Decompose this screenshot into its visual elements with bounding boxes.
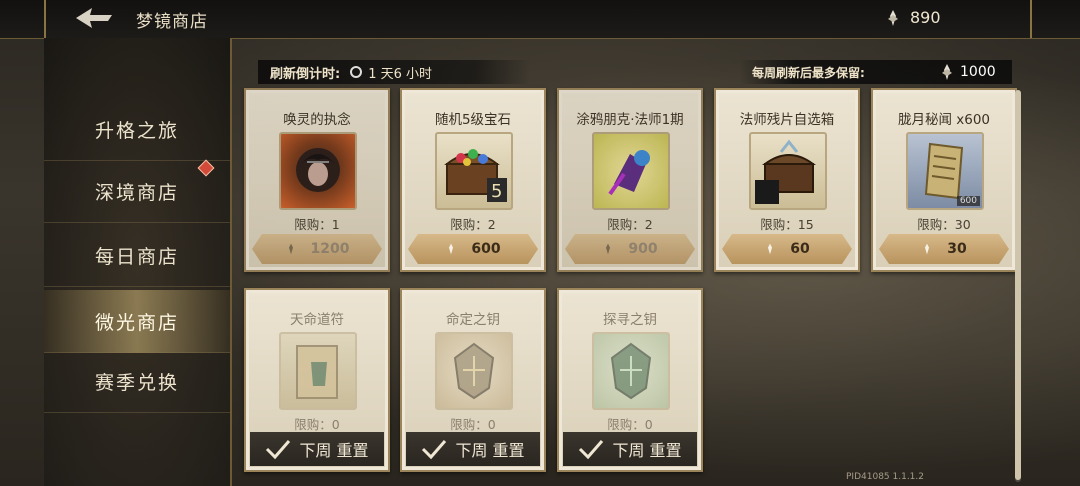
currency-display: 890 <box>884 8 941 27</box>
buy-button[interactable]: 600 <box>408 234 538 264</box>
item-price: 600 <box>471 241 501 257</box>
refresh-time: 1 天6 小时 <box>368 66 433 82</box>
item-price: 900 <box>628 241 658 257</box>
weekly-keep-info: 每周刷新后最多保留: 1000 <box>740 60 1012 84</box>
purchase-limit: 限购：1 <box>294 217 340 232</box>
shop-item-card[interactable]: 法师残片自选箱 限购：15 60 <box>714 88 860 272</box>
sidebar-item-label: 微光商店 <box>94 311 179 334</box>
light-shard-icon <box>942 64 952 80</box>
mage-fragment-chest-icon <box>755 139 817 204</box>
purchase-limit: 限购：0 <box>450 417 496 432</box>
item-image <box>435 332 513 410</box>
checkmark-icon <box>422 440 447 460</box>
checkmark-icon <box>579 440 604 460</box>
refresh-countdown: 刷新倒计时: 1 天6 小时 <box>258 60 530 84</box>
reset-text: 下周 重置 <box>455 441 525 460</box>
item-image: 600 <box>906 132 984 210</box>
item-name: 涂鸦朋克·法师1期 <box>576 112 684 128</box>
back-button[interactable] <box>72 6 116 30</box>
shop-item-card[interactable]: 唤灵的执念 限购：1 1200 <box>244 88 390 272</box>
clock-icon <box>350 66 363 78</box>
quantity-badge: 600 <box>956 196 980 206</box>
item-price: 1200 <box>310 241 350 257</box>
currency-amount: 890 <box>910 8 941 27</box>
sidebar: 升格之旅 深境商店 每日商店 微光商店 赛季兑换 <box>44 38 232 486</box>
item-image <box>279 332 357 410</box>
light-shard-icon <box>888 9 898 26</box>
purchase-limit: 限购：2 <box>450 217 496 232</box>
shop-item-card[interactable]: 探寻之钥 限购：0 下周 重置 <box>557 288 703 472</box>
item-price: 30 <box>947 241 967 257</box>
light-shard-icon <box>288 243 293 255</box>
version-label: PID41085 1.1.1.2 <box>846 472 924 482</box>
keep-amount: 1000 <box>960 64 996 80</box>
reset-text: 下周 重置 <box>612 441 682 460</box>
item-name: 法师残片自选箱 <box>739 112 835 128</box>
light-shard-icon <box>449 243 454 255</box>
purchase-limit: 限购：0 <box>607 417 653 432</box>
back-arrow-icon <box>76 8 112 28</box>
item-image <box>749 132 827 210</box>
item-name: 胧月秘闻 x600 <box>897 112 991 128</box>
shop-item-card[interactable]: 随机5级宝石 5 限购：2 600 <box>400 88 546 272</box>
scrollbar[interactable] <box>1015 90 1021 482</box>
sidebar-item-glimmer-shop[interactable]: 微光商店 <box>44 290 230 353</box>
sidebar-item-label: 每日商店 <box>94 245 179 268</box>
item-name: 探寻之钥 <box>603 312 657 328</box>
buy-button[interactable]: 30 <box>879 234 1009 264</box>
reset-text: 下周 重置 <box>299 441 369 460</box>
frame-right <box>1030 0 1032 38</box>
page-title: 梦镜商店 <box>136 12 208 32</box>
light-shard-icon <box>925 243 930 255</box>
keep-label: 每周刷新后最多保留: <box>752 65 865 80</box>
sidebar-item-label: 深境商店 <box>94 181 179 204</box>
item-image <box>279 132 357 210</box>
seeking-key-icon <box>610 342 652 400</box>
light-shard-icon <box>606 243 611 255</box>
sidebar-item-label: 升格之旅 <box>94 119 179 142</box>
item-name: 命定之钥 <box>446 312 500 328</box>
checkmark-icon <box>266 440 291 460</box>
buy-button[interactable]: 60 <box>722 234 852 264</box>
fate-talisman-icon <box>296 345 338 399</box>
item-name: 随机5级宝石 <box>434 112 512 128</box>
spirit-obsession-icon <box>296 148 340 192</box>
item-image: 5 <box>435 132 513 210</box>
gem-chest-icon: 5 <box>444 149 507 202</box>
sidebar-item-ascension[interactable]: 升格之旅 <box>44 98 230 161</box>
destiny-key-icon <box>453 342 495 400</box>
buy-button[interactable]: 900 <box>565 234 695 264</box>
item-name: 唤灵的执念 <box>283 112 351 128</box>
top-bar: 梦镜商店 890 <box>0 0 1080 39</box>
shop-item-card[interactable]: 命定之钥 限购：0 下周 重置 <box>400 288 546 472</box>
shop-item-card[interactable]: 涂鸦朋克·法师1期 限购：2 900 <box>557 88 703 272</box>
purchase-limit: 限购：30 <box>917 217 971 232</box>
shop-item-card[interactable]: 天命道符 限购：0 下周 重置 <box>244 288 390 472</box>
svg-text:5: 5 <box>491 181 502 202</box>
reset-next-week-label: 下周 重置 <box>563 432 697 466</box>
shop-item-card[interactable]: 胧月秘闻 x600 600 限购：30 30 <box>871 88 1017 272</box>
frame-left <box>44 0 46 38</box>
reset-next-week-label: 下周 重置 <box>250 432 384 466</box>
purchase-limit: 限购：2 <box>607 217 653 232</box>
refresh-label: 刷新倒计时: <box>270 66 341 82</box>
sidebar-item-season-exchange[interactable]: 赛季兑换 <box>44 350 230 413</box>
graffiti-punk-skin-icon <box>608 150 650 196</box>
buy-button[interactable]: 1200 <box>252 234 382 264</box>
light-shard-icon <box>768 243 773 255</box>
item-price: 60 <box>790 241 810 257</box>
sidebar-item-daily-shop[interactable]: 每日商店 <box>44 224 230 287</box>
item-name: 天命道符 <box>290 312 344 328</box>
sidebar-item-label: 赛季兑换 <box>94 371 179 394</box>
scroll-thumb[interactable] <box>1015 90 1021 480</box>
item-image <box>592 332 670 410</box>
reset-next-week-label: 下周 重置 <box>406 432 540 466</box>
purchase-limit: 限购：0 <box>294 417 340 432</box>
purchase-limit: 限购：15 <box>760 217 814 232</box>
item-image <box>592 132 670 210</box>
